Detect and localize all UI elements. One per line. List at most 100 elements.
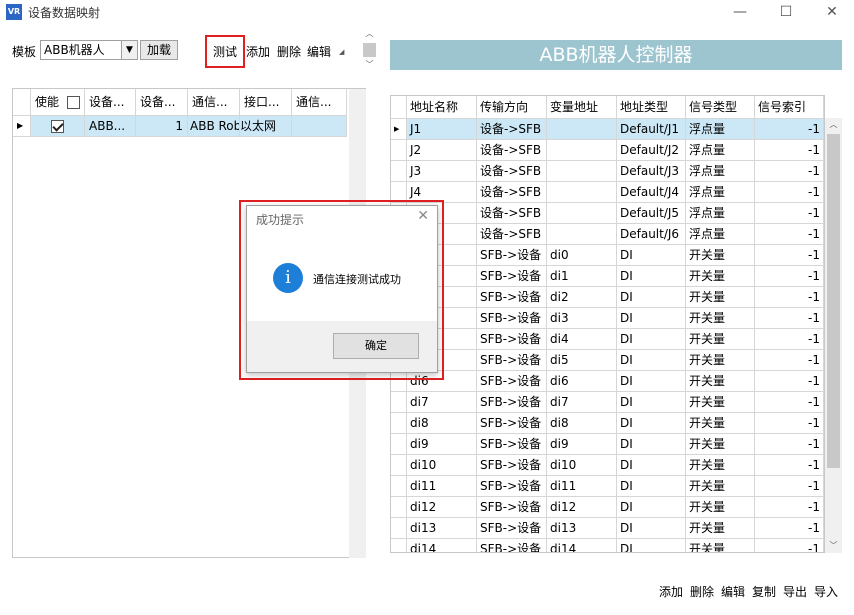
cell-signal-type[interactable]: 浮点量 bbox=[686, 203, 755, 224]
minimize-button[interactable]: — bbox=[717, 0, 763, 24]
cell-address-type[interactable]: Default/J3 bbox=[617, 161, 686, 182]
cell-signal-index[interactable]: -1 bbox=[755, 140, 824, 161]
cell-variable-address[interactable] bbox=[547, 119, 617, 140]
cell-signal-index[interactable]: -1 bbox=[755, 119, 824, 140]
cell-signal-type[interactable]: 开关量 bbox=[686, 245, 755, 266]
cell-signal-type[interactable]: 开关量 bbox=[686, 266, 755, 287]
cell-variable-address[interactable]: di13 bbox=[547, 518, 617, 539]
cell-signal-type[interactable]: 浮点量 bbox=[686, 182, 755, 203]
cell-direction[interactable]: SFB->设备 bbox=[477, 497, 547, 518]
cell-signal-type[interactable]: 开关量 bbox=[686, 392, 755, 413]
table-row[interactable]: SFB->设备 di3 DI 开关量 -1 bbox=[391, 308, 824, 329]
cell-direction[interactable]: SFB->设备 bbox=[477, 413, 547, 434]
cell-signal-type[interactable]: 开关量 bbox=[686, 413, 755, 434]
header-device-id[interactable]: 设备... bbox=[136, 89, 188, 116]
cell-direction[interactable]: SFB->设备 bbox=[477, 476, 547, 497]
cell-signal-index[interactable]: -1 bbox=[755, 392, 824, 413]
cell-direction[interactable]: SFB->设备 bbox=[477, 518, 547, 539]
cell-signal-index[interactable]: -1 bbox=[755, 350, 824, 371]
cell-signal-index[interactable]: -1 bbox=[755, 434, 824, 455]
cell-variable-address[interactable] bbox=[547, 182, 617, 203]
cell-address-type[interactable]: Default/J1 bbox=[617, 119, 686, 140]
table-row[interactable]: ▶ ABB... 1 ABB Robo 以太网 bbox=[13, 116, 350, 137]
table-row[interactable]: 设备->SFB Default/J6 浮点量 -1 bbox=[391, 224, 824, 245]
mapping-export-button[interactable]: 导出 bbox=[783, 583, 807, 600]
cell-signal-type[interactable]: 浮点量 bbox=[686, 224, 755, 245]
table-row[interactable]: di9 SFB->设备 di9 DI 开关量 -1 bbox=[391, 434, 824, 455]
cell-signal-type[interactable]: 开关量 bbox=[686, 350, 755, 371]
cell-direction[interactable]: SFB->设备 bbox=[477, 308, 547, 329]
header-address-type[interactable]: 地址类型 bbox=[617, 96, 686, 119]
cell-variable-address[interactable]: di14 bbox=[547, 539, 617, 552]
table-row[interactable]: di6 SFB->设备 di6 DI 开关量 -1 bbox=[391, 371, 824, 392]
cell-variable-address[interactable]: di12 bbox=[547, 497, 617, 518]
cell-signal-index[interactable]: -1 bbox=[755, 476, 824, 497]
table-row[interactable]: J2 设备->SFB Default/J2 浮点量 -1 bbox=[391, 140, 824, 161]
cell-signal-index[interactable]: -1 bbox=[755, 245, 824, 266]
cell-direction[interactable]: 设备->SFB bbox=[477, 140, 547, 161]
cell-variable-address[interactable]: di1 bbox=[547, 266, 617, 287]
cell-signal-index[interactable]: -1 bbox=[755, 329, 824, 350]
mapping-table-scrollbar[interactable]: ︿ ﹀ bbox=[825, 118, 842, 553]
cell-direction[interactable]: SFB->设备 bbox=[477, 539, 547, 552]
cell-signal-type[interactable]: 开关量 bbox=[686, 497, 755, 518]
row-enable-cell[interactable] bbox=[31, 116, 85, 137]
cell-address-name[interactable]: di9 bbox=[407, 434, 477, 455]
cell-signal-index[interactable]: -1 bbox=[755, 287, 824, 308]
scroll-down-icon[interactable]: ﹀ bbox=[825, 539, 842, 553]
cell-direction[interactable]: SFB->设备 bbox=[477, 287, 547, 308]
cell-direction[interactable]: SFB->设备 bbox=[477, 350, 547, 371]
header-interface[interactable]: 接口... bbox=[240, 89, 292, 116]
cell-direction[interactable]: 设备->SFB bbox=[477, 182, 547, 203]
cell-address-type[interactable]: DI bbox=[617, 497, 686, 518]
ok-button[interactable]: 确定 bbox=[333, 333, 419, 359]
cell-signal-index[interactable]: -1 bbox=[755, 518, 824, 539]
cell-signal-index[interactable]: -1 bbox=[755, 371, 824, 392]
cell-device-id[interactable]: 1 bbox=[136, 116, 188, 137]
cell-variable-address[interactable]: di4 bbox=[547, 329, 617, 350]
cell-address-name[interactable]: di10 bbox=[407, 455, 477, 476]
cell-address-name[interactable]: di14 bbox=[407, 539, 477, 552]
header-direction[interactable]: 传输方向 bbox=[477, 96, 547, 119]
header-protocol[interactable]: 通信... bbox=[188, 89, 240, 116]
cell-address-type[interactable]: DI bbox=[617, 539, 686, 552]
cell-variable-address[interactable]: di0 bbox=[547, 245, 617, 266]
cell-signal-index[interactable]: -1 bbox=[755, 497, 824, 518]
cell-direction[interactable]: SFB->设备 bbox=[477, 329, 547, 350]
table-row[interactable]: J4 设备->SFB Default/J4 浮点量 -1 bbox=[391, 182, 824, 203]
cell-signal-type[interactable]: 开关量 bbox=[686, 287, 755, 308]
cell-address-type[interactable]: DI bbox=[617, 350, 686, 371]
delete-device-button[interactable]: 删除 bbox=[277, 43, 301, 60]
cell-comm[interactable] bbox=[292, 116, 347, 137]
table-row[interactable]: di7 SFB->设备 di7 DI 开关量 -1 bbox=[391, 392, 824, 413]
cell-signal-type[interactable]: 开关量 bbox=[686, 371, 755, 392]
table-row[interactable]: SFB->设备 di4 DI 开关量 -1 bbox=[391, 329, 824, 350]
scroll-up-icon[interactable]: ︿ bbox=[361, 28, 378, 41]
table-row[interactable]: J3 设备->SFB Default/J3 浮点量 -1 bbox=[391, 161, 824, 182]
cell-variable-address[interactable]: di8 bbox=[547, 413, 617, 434]
header-comm[interactable]: 通信... bbox=[292, 89, 347, 116]
cell-signal-index[interactable]: -1 bbox=[755, 224, 824, 245]
cell-signal-index[interactable]: -1 bbox=[755, 161, 824, 182]
cell-variable-address[interactable]: di6 bbox=[547, 371, 617, 392]
cell-direction[interactable]: SFB->设备 bbox=[477, 434, 547, 455]
cell-address-type[interactable]: DI bbox=[617, 308, 686, 329]
header-enable[interactable]: 使能 bbox=[31, 89, 85, 116]
cell-signal-type[interactable]: 开关量 bbox=[686, 308, 755, 329]
cell-variable-address[interactable] bbox=[547, 161, 617, 182]
cell-signal-index[interactable]: -1 bbox=[755, 455, 824, 476]
cell-address-name[interactable]: J2 bbox=[407, 140, 477, 161]
mapping-edit-button[interactable]: 编辑 bbox=[721, 583, 745, 600]
cell-address-type[interactable]: DI bbox=[617, 518, 686, 539]
load-button[interactable]: 加载 bbox=[140, 40, 178, 60]
cell-variable-address[interactable]: di3 bbox=[547, 308, 617, 329]
table-row[interactable]: ▶ J1 设备->SFB Default/J1 浮点量 -1 bbox=[391, 119, 824, 140]
scroll-down-icon[interactable]: ﹀ bbox=[361, 59, 378, 72]
table-row[interactable]: di11 SFB->设备 di11 DI 开关量 -1 bbox=[391, 476, 824, 497]
cell-variable-address[interactable]: di9 bbox=[547, 434, 617, 455]
cell-signal-type[interactable]: 开关量 bbox=[686, 455, 755, 476]
cell-signal-type[interactable]: 浮点量 bbox=[686, 161, 755, 182]
cell-variable-address[interactable] bbox=[547, 224, 617, 245]
cell-signal-index[interactable]: -1 bbox=[755, 266, 824, 287]
mapping-add-button[interactable]: 添加 bbox=[659, 583, 683, 600]
